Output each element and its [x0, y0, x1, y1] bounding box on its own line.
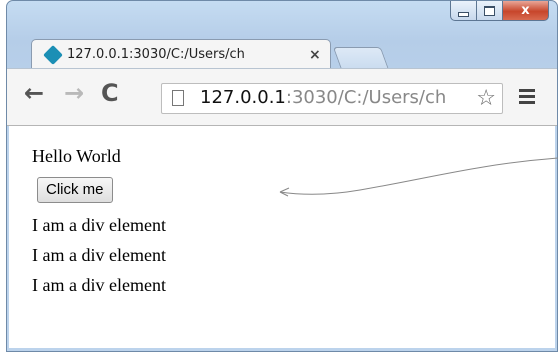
back-arrow-icon[interactable]: ←: [24, 81, 44, 105]
maximize-icon: [484, 5, 495, 16]
tab-active[interactable]: 127.0.0.1:3030/C:/Users/ch ×: [31, 39, 331, 69]
div-element-line: I am a div element: [32, 245, 166, 265]
maximize-button[interactable]: [477, 1, 503, 21]
url-text[interactable]: 127.0.0.1:3030/C:/Users/ch: [200, 87, 466, 108]
close-window-button[interactable]: x: [503, 1, 549, 21]
new-tab-button[interactable]: [332, 47, 390, 70]
annotation-arrow: [279, 157, 558, 197]
div-element-line: I am a div element: [32, 215, 166, 235]
url-path: :3030/C:/Users/ch: [285, 87, 447, 108]
tab-title: 127.0.0.1:3030/C:/Users/ch: [67, 47, 245, 62]
site-favicon-icon: [43, 44, 63, 65]
tab-close-icon[interactable]: ×: [309, 47, 321, 63]
hello-text: Hello World: [32, 146, 121, 166]
minimize-icon: [458, 12, 469, 17]
hamburger-menu-icon[interactable]: [519, 89, 535, 107]
browser-toolbar: ← → C 127.0.0.1:3030/C:/Users/ch ☆: [7, 68, 557, 126]
div-element-line: I am a div element: [32, 275, 166, 295]
url-host: 127.0.0.1: [200, 87, 286, 108]
close-icon: x: [521, 3, 530, 18]
minimize-button[interactable]: [450, 1, 477, 21]
click-me-button[interactable]: Click me: [37, 177, 113, 203]
page-icon: [172, 90, 184, 106]
window-controls: x: [450, 1, 549, 21]
reload-icon[interactable]: C: [101, 81, 119, 105]
bookmark-star-icon[interactable]: ☆: [476, 86, 496, 111]
forward-arrow-icon[interactable]: →: [64, 81, 84, 105]
address-bar[interactable]: 127.0.0.1:3030/C:/Users/ch ☆: [161, 83, 503, 114]
